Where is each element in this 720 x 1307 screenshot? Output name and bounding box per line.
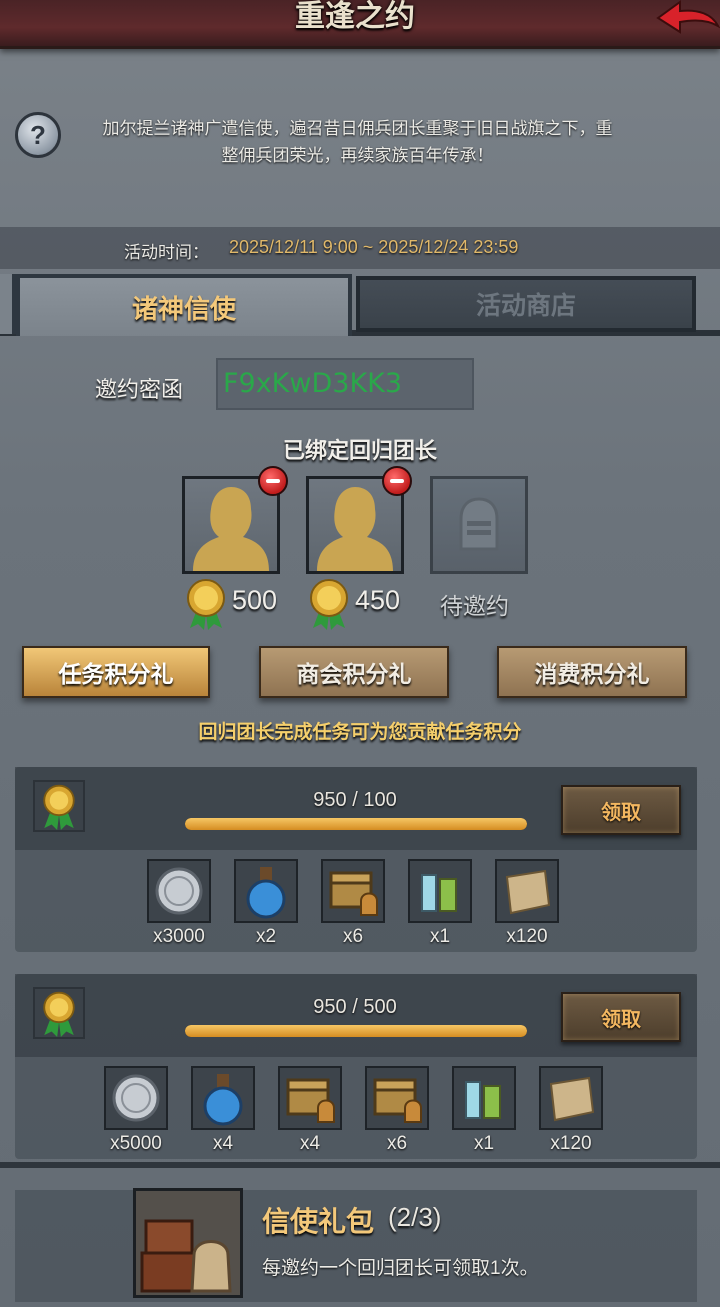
claim-button[interactable]: 领取 <box>561 992 681 1042</box>
description-line: 整佣兵团荣光，再续家族百年传承！ <box>221 146 494 165</box>
medal-icon <box>43 991 75 1037</box>
vials-icon[interactable] <box>408 859 472 923</box>
guild-points-gift-button[interactable]: 商会积分礼 <box>259 646 449 698</box>
remove-icon[interactable] <box>382 466 412 496</box>
tab-messenger[interactable]: 诸神信使 <box>16 274 352 336</box>
leader-score-2: 450 <box>355 585 401 615</box>
scroll-icon[interactable] <box>495 859 559 923</box>
tier-medal-frame <box>33 987 85 1039</box>
item-quantity: x5000 <box>110 1133 162 1154</box>
treasure-chest-icon[interactable] <box>278 1066 342 1130</box>
item-quantity: x6 <box>386 1133 408 1154</box>
pack-description: 每邀约一个回归团长可领取1次。 <box>262 1258 539 1279</box>
tier-progress-bar <box>185 1025 527 1037</box>
item-quantity: x6 <box>342 926 364 947</box>
tab-edge <box>0 274 16 334</box>
event-time-label: 活动时间： <box>124 243 209 262</box>
item-quantity: x1 <box>473 1133 495 1154</box>
medal-icon <box>187 579 225 630</box>
medal-icon <box>43 784 75 830</box>
silver-coin-icon[interactable] <box>147 859 211 923</box>
vials-icon[interactable] <box>452 1066 516 1130</box>
medal-icon <box>310 579 348 630</box>
invite-label: 邀约密函 <box>95 377 184 402</box>
item-quantity: x1 <box>429 926 451 947</box>
progress-fill <box>185 1025 527 1037</box>
event-time-value: 2025/12/11 9:00 ~ 2025/12/24 23:59 <box>229 237 519 257</box>
pending-invite-label: 待邀约 <box>440 593 509 619</box>
spending-points-gift-button[interactable]: 消费积分礼 <box>497 646 687 698</box>
item-quantity: x2 <box>255 926 277 947</box>
leader-score-1: 500 <box>232 585 278 615</box>
silver-coin-icon[interactable] <box>104 1066 168 1130</box>
task-points-gift-button[interactable]: 任务积分礼 <box>22 646 210 698</box>
claim-button[interactable]: 领取 <box>561 785 681 835</box>
item-quantity: x3000 <box>153 926 205 947</box>
pack-count: (2/3) <box>388 1202 442 1232</box>
item-quantity: x4 <box>212 1133 234 1154</box>
item-quantity: x120 <box>550 1133 592 1154</box>
question-icon[interactable]: ? <box>15 112 61 158</box>
back-arrow-icon[interactable] <box>650 0 720 44</box>
bound-leaders-title: 已绑定回归团长 <box>282 438 437 463</box>
item-quantity: x120 <box>506 926 548 947</box>
scroll-icon[interactable] <box>539 1066 603 1130</box>
blue-potion-icon[interactable] <box>234 859 298 923</box>
description-line: 加尔提兰诸神广遣信使，遍召昔日佣兵团长重聚于旧日战旗之下，重 <box>102 119 613 138</box>
tier-progress-text: 950 / 100 <box>313 789 397 811</box>
tier-progress-bar <box>185 818 527 830</box>
tier-medal-frame <box>33 780 85 832</box>
invite-code-field[interactable]: F9xKwD3KK3 <box>216 358 474 410</box>
item-quantity: x4 <box>299 1133 321 1154</box>
leader-slot-3[interactable] <box>430 476 528 574</box>
blue-potion-icon[interactable] <box>191 1066 255 1130</box>
pack-title: 信使礼包 <box>262 1206 375 1237</box>
task-points-hint: 回归团长完成任务可为您贡献任务积分 <box>198 722 522 743</box>
tier-progress-text: 950 / 500 <box>313 996 397 1018</box>
section-divider <box>0 1162 720 1168</box>
helmet-icon <box>459 497 499 551</box>
treasure-chest-icon[interactable] <box>321 859 385 923</box>
page-title: 重逢之约 <box>295 0 415 33</box>
event-description: 加尔提兰诸神广遣信使，遍召昔日佣兵团长重聚于旧日战旗之下，重 整佣兵团荣光，再续… <box>70 115 645 169</box>
treasure-chest-icon[interactable] <box>365 1066 429 1130</box>
tab-event-shop[interactable]: 活动商店 <box>356 276 696 332</box>
crates-and-sack-icon[interactable] <box>133 1188 243 1298</box>
progress-fill <box>185 818 527 830</box>
remove-icon[interactable] <box>258 466 288 496</box>
